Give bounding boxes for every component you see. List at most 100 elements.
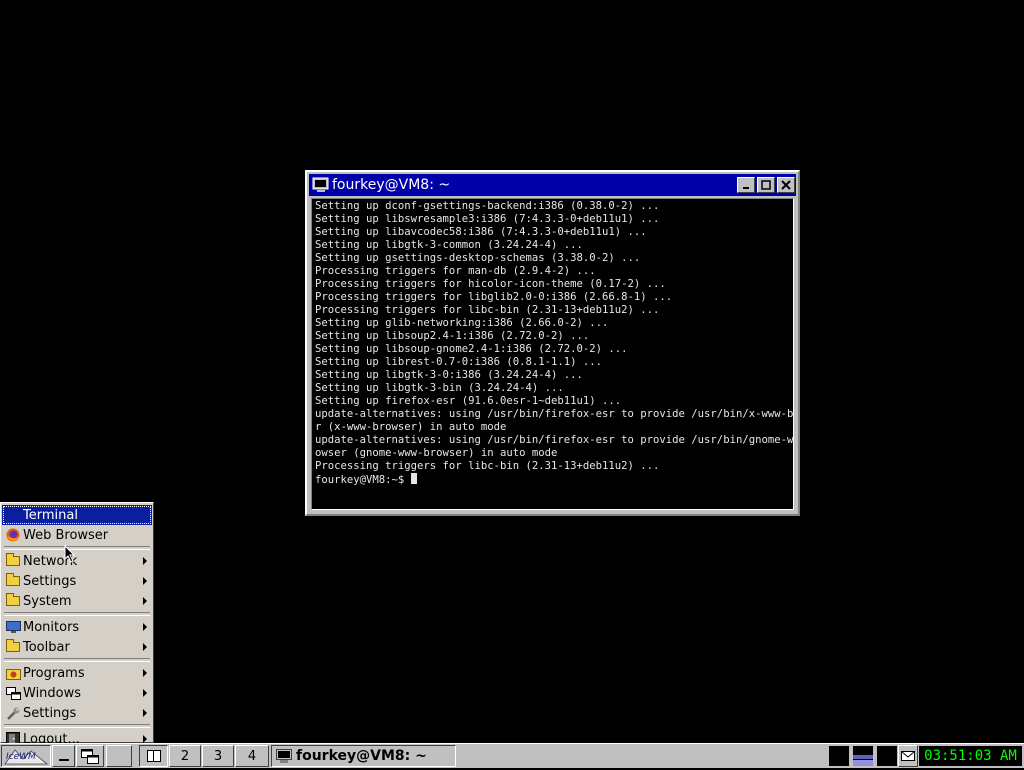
window-list-button[interactable] (76, 745, 104, 767)
mail-icon (901, 751, 915, 761)
submenu-arrow-icon (143, 735, 147, 743)
minimize-button[interactable] (737, 177, 755, 193)
mouse-pointer-icon (64, 545, 76, 563)
terminal-line: Setting up firefox-esr (91.6.0esr-1~deb1… (315, 395, 622, 407)
memory-graph-icon (853, 755, 873, 766)
start-button[interactable]: IceWM (1, 745, 51, 767)
folder-icon (5, 553, 21, 568)
submenu-arrow-icon (143, 669, 147, 677)
terminal-line: Setting up dconf-gsettings-backend:i386 … (315, 200, 660, 212)
menu-item-windows[interactable]: Windows (2, 683, 152, 703)
wrench-icon (5, 706, 21, 720)
terminal-line: Processing triggers for hicolor-icon-the… (315, 278, 666, 290)
terminal-window[interactable]: fourkey@VM8: ~ Setting up dconf-gsetting… (305, 170, 800, 516)
terminal-line: Setting up libgtk-3-bin (3.24.24-4) ... (315, 382, 564, 394)
memory-monitor-icon[interactable] (853, 746, 873, 766)
icewm-logo-icon: IceWM (4, 749, 49, 765)
submenu-arrow-icon (143, 577, 147, 585)
menu-separator (4, 658, 150, 662)
mail-button[interactable] (898, 745, 918, 767)
menu-item-toolbar[interactable]: Toolbar (2, 637, 152, 657)
terminal-line: Setting up glib-networking:i386 (2.66.0-… (315, 317, 609, 329)
minimize-icon (743, 187, 749, 189)
folder-icon (5, 573, 21, 588)
terminal-line: Setting up libgtk-3-common (3.24.24-4) .… (315, 239, 583, 251)
menu-item-settings[interactable]: Settings (2, 571, 152, 591)
menu-item-label: Toolbar (23, 639, 70, 655)
close-icon (781, 180, 791, 190)
terminal-line: update-alternatives: using /usr/bin/fire… (315, 408, 794, 420)
terminal-cursor (410, 473, 417, 484)
maximize-button[interactable] (757, 177, 775, 193)
menu-item-terminal[interactable]: Terminal (2, 505, 152, 525)
menu-item-settings-2[interactable]: Settings (2, 703, 152, 723)
folder-icon (5, 639, 21, 654)
terminal-line: Setting up libavcodec58:i386 (7:4.3.3-0+… (315, 226, 647, 238)
firefox-icon (5, 528, 21, 542)
start-label: IceWM (6, 752, 36, 762)
terminal-line: Setting up libsoup2.4-1:i386 (2.72.0-2) … (315, 330, 590, 342)
close-button[interactable] (777, 177, 795, 193)
maximize-icon (761, 180, 771, 190)
menu-item-web-browser[interactable]: Web Browser (2, 525, 152, 545)
start-menu[interactable]: Terminal Web Browser Network Settings Sy… (0, 502, 154, 747)
terminal-line: Setting up libsoup-gnome2.4-1:i386 (2.72… (315, 343, 628, 355)
terminal-line: Processing triggers for man-db (2.9.4-2)… (315, 265, 596, 277)
terminal-output[interactable]: Setting up dconf-gsettings-backend:i386 … (311, 198, 794, 510)
submenu-arrow-icon (143, 557, 147, 565)
terminal-line: Setting up libswresample3:i386 (7:4.3.3-… (315, 213, 660, 225)
menu-item-label: Settings (23, 573, 77, 589)
network-monitor-icon[interactable] (877, 746, 897, 766)
submenu-arrow-icon (143, 643, 147, 651)
menu-separator (4, 724, 150, 728)
terminal-prompt-line[interactable]: fourkey@VM8:~$ (315, 473, 790, 487)
menu-item-label: Programs (23, 665, 85, 681)
windows-icon (81, 748, 99, 764)
submenu-arrow-icon (143, 623, 147, 631)
minimize-all-icon (58, 759, 69, 761)
terminal-line: Processing triggers for libc-bin (2.31-1… (315, 460, 660, 472)
submenu-arrow-icon (143, 689, 147, 697)
menu-separator (4, 546, 150, 550)
terminal-titlebar[interactable]: fourkey@VM8: ~ (309, 174, 796, 196)
terminal-line: r (x-www-browser) in auto mode (315, 421, 507, 433)
terminal-icon (276, 748, 292, 763)
submenu-arrow-icon (143, 597, 147, 605)
windows-icon (5, 686, 21, 700)
terminal-line: Processing triggers for libglib2.0-0:i38… (315, 291, 673, 303)
clock[interactable]: 03:51:03 AM (919, 746, 1022, 766)
submenu-arrow-icon (143, 709, 147, 717)
terminal-line: owser (gnome-www-browser) in auto mode (315, 447, 558, 459)
menu-item-label: Windows (23, 685, 82, 701)
workspace-window-icon (146, 750, 161, 762)
workspace-1-button[interactable] (139, 745, 168, 767)
workspace-4-button[interactable]: 4 (235, 745, 269, 767)
menu-item-label: Terminal (23, 507, 78, 523)
menu-item-monitors[interactable]: Monitors (2, 617, 152, 637)
terminal-line: update-alternatives: using /usr/bin/fire… (315, 434, 794, 446)
show-desktop-button[interactable] (52, 745, 75, 767)
menu-item-network[interactable]: Network (2, 551, 152, 571)
folder-icon (5, 593, 21, 608)
menu-item-label: System (23, 593, 72, 609)
menu-separator (4, 612, 150, 616)
monitor-icon (5, 620, 21, 634)
menu-item-system[interactable]: System (2, 591, 152, 611)
terminal-icon[interactable] (312, 176, 330, 194)
terminal-prompt: fourkey@VM8:~$ (315, 474, 411, 486)
task-button-label: fourkey@VM8: ~ (296, 748, 427, 764)
terminal-line: Setting up libgtk-3-0:i386 (3.24.24-4) .… (315, 369, 583, 381)
programs-icon (5, 666, 21, 680)
terminal-line: Setting up gsettings-desktop-schemas (3.… (315, 252, 641, 264)
menu-item-label: Monitors (23, 619, 80, 635)
menu-item-label: Settings (23, 705, 77, 721)
cpu-monitor-icon[interactable] (829, 746, 849, 766)
menu-item-programs[interactable]: Programs (2, 663, 152, 683)
taskbar: IceWM 2 3 4 fourkey@VM8: ~ 03:51:03 AM (0, 743, 1024, 768)
workspace-2-button[interactable]: 2 (169, 745, 201, 767)
terminal-line: Processing triggers for libc-bin (2.31-1… (315, 304, 660, 316)
quick-launch-button[interactable] (106, 745, 132, 767)
task-button-terminal[interactable]: fourkey@VM8: ~ (271, 745, 456, 767)
menu-item-label: Web Browser (23, 527, 109, 543)
workspace-3-button[interactable]: 3 (202, 745, 234, 767)
